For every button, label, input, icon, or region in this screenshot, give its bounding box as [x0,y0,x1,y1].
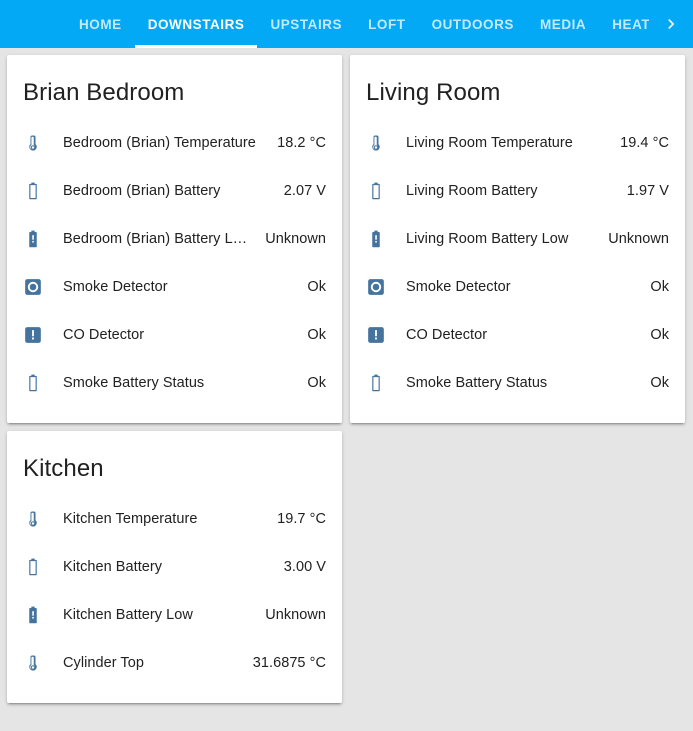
entities-card: Living Room Living Room Temperature 19.4 °… [350,55,685,423]
tab-loft[interactable]: LOFT [355,0,418,48]
entity-name: CO Detector [406,327,488,343]
entity-value[interactable]: 19.4 °C [620,135,669,151]
entity-value[interactable]: 18.2 °C [277,135,326,151]
entity-value[interactable]: 1.97 V [627,183,669,199]
entity-name: Bedroom (Brian) Battery [63,183,221,199]
entity-value[interactable]: Ok [307,279,326,295]
entity-name: Bedroom (Brian) Battery L… [63,231,248,247]
battery-icon[interactable] [23,373,63,393]
entity-name: Kitchen Battery [63,559,163,575]
smoke-detector-icon[interactable] [23,277,63,297]
entity-value[interactable]: 2.07 V [284,183,326,199]
entity-row[interactable]: Living Room Battery 1.97 V [366,167,669,215]
tab-outdoors[interactable]: OUTDOORS [419,0,527,48]
entity-name: Smoke Battery Status [406,375,548,391]
tab-heating[interactable]: HEATING & [599,0,649,48]
tab-label: MEDIA [539,16,587,32]
entity-value[interactable]: Ok [650,279,669,295]
entity-value[interactable]: Unknown [265,607,326,623]
entity-row[interactable]: Smoke Battery Status Ok [366,359,669,407]
entity-name: Cylinder Top [63,655,144,671]
chevron-right-icon[interactable] [649,0,693,48]
entity-value[interactable]: Unknown [265,231,326,247]
tab-upstairs[interactable]: UPSTAIRS [257,0,355,48]
entity-name: CO Detector [63,327,145,343]
card-title: Living Room [366,79,501,106]
card-columns: Brian Bedroom Bedroom (Brian) Temperature… [7,55,686,703]
top-navigation-bar: HOME DOWNSTAIRS UPSTAIRS LOFT OUTDOORS MEDIA H… [0,0,693,48]
entity-row[interactable]: Kitchen Battery 3.00 V [23,543,326,591]
battery-icon[interactable] [366,373,406,393]
entity-value[interactable]: 3.00 V [284,559,326,575]
tab-media[interactable]: MEDIA [527,0,599,48]
tab-label: DOWNSTAIRS [147,16,245,32]
entity-row[interactable]: Bedroom (Brian) Battery 2.07 V [23,167,326,215]
entity-row[interactable]: Living Room Temperature 19.4 °C [366,119,669,167]
battery-icon[interactable] [23,181,63,201]
entity-value[interactable]: 19.7 °C [277,511,326,527]
entity-row[interactable]: Smoke Detector Ok [366,263,669,311]
tab-label: HOME [79,16,122,32]
tab-label: LOFT [368,16,406,32]
battery-icon[interactable] [23,557,63,577]
entity-value[interactable]: 31.6875 °C [253,655,326,671]
card-column: Living Room Living Room Temperature 19.4 °… [350,55,685,423]
entity-name: Smoke Battery Status [63,375,205,391]
tab-home[interactable]: HOME [66,0,135,48]
entity-row[interactable]: Bedroom (Brian) Battery L… Unknown [23,215,326,263]
tab-label: UPSTAIRS [270,16,343,32]
entity-name: Living Room Temperature [406,135,573,151]
entity-row[interactable]: CO Detector Ok [23,311,326,359]
alert-box-icon[interactable] [23,325,63,345]
entities-card: Kitchen Kitchen Temperature 19.7 °C Kitchen… [7,431,342,703]
entity-value[interactable]: Unknown [608,231,669,247]
entity-name: Kitchen Temperature [63,511,198,527]
entities-card: Brian Bedroom Bedroom (Brian) Temperature… [7,55,342,423]
card-title: Kitchen [23,455,104,482]
battery-icon[interactable] [366,181,406,201]
entity-value[interactable]: Ok [307,375,326,391]
battery-alert-icon[interactable] [23,229,63,249]
tab-label: HEATING & [612,16,649,32]
entity-row[interactable]: Living Room Battery Low Unknown [366,215,669,263]
battery-alert-icon[interactable] [23,605,63,625]
entity-name: Smoke Detector [63,279,168,295]
thermometer-icon[interactable] [366,133,406,153]
entity-row[interactable]: Cylinder Top 31.6875 °C [23,639,326,687]
dashboard-board: Brian Bedroom Bedroom (Brian) Temperature… [0,48,693,731]
entity-name: Smoke Detector [406,279,511,295]
smoke-detector-icon[interactable] [366,277,406,297]
entity-value[interactable]: Ok [307,327,326,343]
entity-name: Bedroom (Brian) Temperature [63,135,256,151]
thermometer-icon[interactable] [23,653,63,673]
thermometer-icon[interactable] [23,133,63,153]
entity-value[interactable]: Ok [650,327,669,343]
entity-row[interactable]: Smoke Battery Status Ok [23,359,326,407]
tab-list: HOME DOWNSTAIRS UPSTAIRS LOFT OUTDOORS MEDIA H… [0,0,649,48]
card-column: Brian Bedroom Bedroom (Brian) Temperature… [7,55,342,703]
alert-box-icon[interactable] [366,325,406,345]
entity-row[interactable]: Kitchen Temperature 19.7 °C [23,495,326,543]
entity-name: Living Room Battery [406,183,538,199]
entity-name: Living Room Battery Low [406,231,569,247]
battery-alert-icon[interactable] [366,229,406,249]
tab-label: OUTDOORS [431,16,514,32]
entity-name: Kitchen Battery Low [63,607,193,623]
entity-value[interactable]: Ok [650,375,669,391]
tab-downstairs[interactable]: DOWNSTAIRS [134,0,258,48]
card-title: Brian Bedroom [23,79,185,106]
thermometer-icon[interactable] [23,509,63,529]
entity-row[interactable]: CO Detector Ok [366,311,669,359]
entity-row[interactable]: Smoke Detector Ok [23,263,326,311]
entity-row[interactable]: Kitchen Battery Low Unknown [23,591,326,639]
entity-row[interactable]: Bedroom (Brian) Temperature 18.2 °C [23,119,326,167]
